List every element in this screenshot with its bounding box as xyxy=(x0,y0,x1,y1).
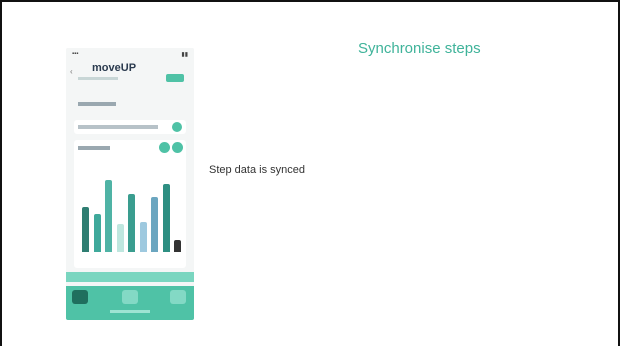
chart-bar xyxy=(151,197,158,252)
chart-bar xyxy=(82,207,89,252)
chart-bar xyxy=(174,240,181,252)
tab-profile[interactable] xyxy=(122,290,138,304)
status-bar: ▪▪▪ ▮▮ xyxy=(66,48,194,62)
logo-move: move xyxy=(92,62,121,74)
device-id-text xyxy=(78,125,158,129)
chart-bar xyxy=(93,214,101,252)
chart-bar xyxy=(139,222,147,252)
tab-label xyxy=(110,310,150,313)
status-time: ▪▪▪ xyxy=(72,51,79,57)
steps-card xyxy=(74,140,186,268)
chart-bar xyxy=(116,224,124,252)
app-header: ‹ moveUP xyxy=(66,62,194,86)
section-label xyxy=(78,102,116,106)
tab-settings[interactable] xyxy=(170,290,186,304)
steps-bar-chart xyxy=(78,152,182,252)
tab-bar xyxy=(66,286,194,320)
header-edit-button[interactable] xyxy=(166,74,184,82)
slide-frame: Synchronise steps Step data is synced ▪▪… xyxy=(0,0,620,346)
header-subtitle xyxy=(78,77,118,80)
chart-bar xyxy=(105,180,112,252)
phone-screenshot: ▪▪▪ ▮▮ ‹ moveUP xyxy=(66,48,194,320)
chart-bar xyxy=(128,194,135,252)
chart-bar xyxy=(162,184,170,252)
slide-caption: Step data is synced xyxy=(209,164,306,176)
tab-steps[interactable] xyxy=(72,290,88,304)
sync-progress-strip xyxy=(66,272,194,282)
steps-card-label xyxy=(78,146,110,150)
device-sync-button[interactable] xyxy=(172,122,182,132)
device-row[interactable] xyxy=(74,120,186,134)
back-icon[interactable]: ‹ xyxy=(70,67,73,76)
app-logo: moveUP xyxy=(92,62,136,74)
slide-title: Synchronise steps xyxy=(358,40,481,57)
logo-up: UP xyxy=(120,62,137,74)
battery-icon: ▮▮ xyxy=(181,52,188,58)
